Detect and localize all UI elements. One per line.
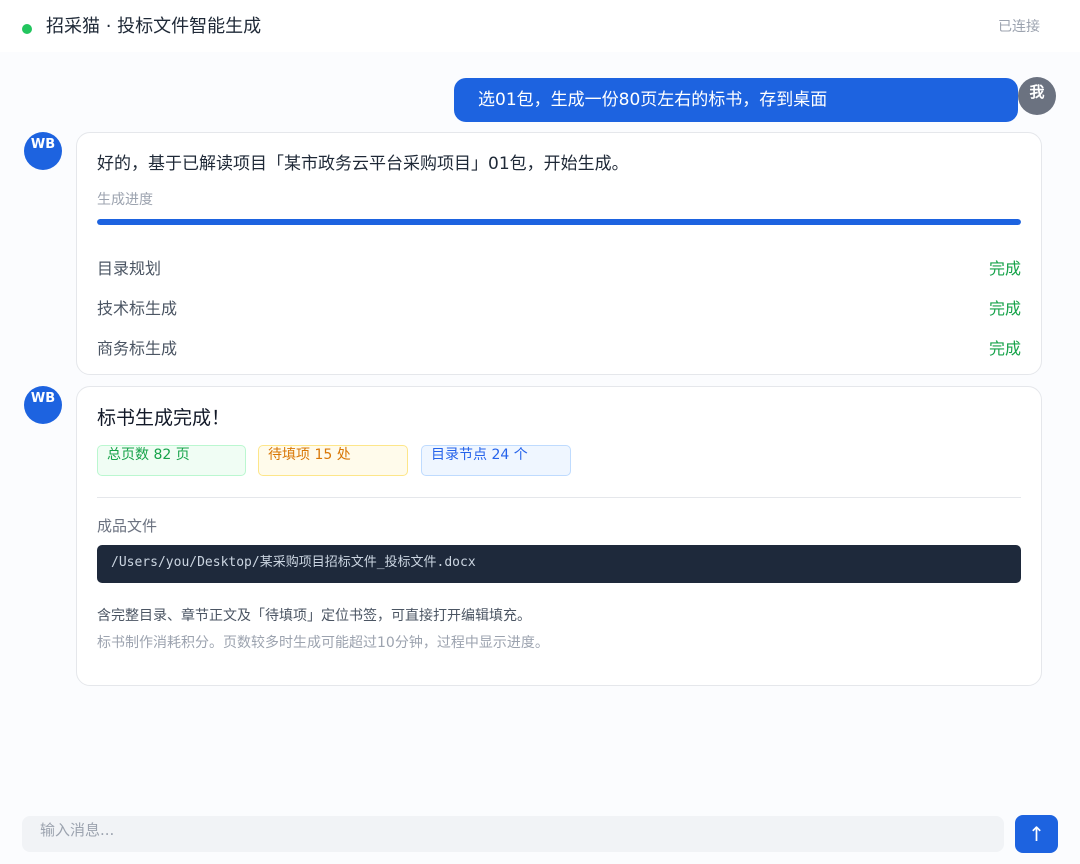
arrow-up-icon: ↑ — [1028, 822, 1045, 846]
stat-value: 82 — [153, 447, 172, 463]
stat-label: 待填项 — [268, 447, 310, 463]
send-button[interactable]: ↑ — [1015, 815, 1058, 853]
user-avatar: 我 — [1018, 77, 1056, 115]
step-row-technical: 技术标生成 完成 — [97, 295, 1021, 319]
stat-unit: 处 — [336, 447, 351, 463]
stat-badge-toc-nodes: 目录节点 24 个 — [421, 445, 571, 476]
stat-unit: 页 — [175, 447, 190, 463]
stat-label: 目录节点 — [431, 447, 487, 463]
connection-status: 已连接 — [998, 19, 1040, 35]
bot-avatar: WB — [24, 386, 62, 424]
step-name: 目录规划 — [97, 259, 162, 278]
app-title: 招采猫 · 投标文件智能生成 — [46, 16, 262, 37]
step-name: 技术标生成 — [97, 299, 178, 318]
progress-bar — [97, 219, 1021, 225]
step-name: 商务标生成 — [97, 339, 178, 358]
progress-label: 生成进度 — [97, 192, 153, 208]
stat-badge-pages: 总页数 82 页 — [97, 445, 246, 476]
file-path[interactable]: /Users/you/Desktop/某采购项目招标文件_投标文件.docx — [97, 545, 1021, 583]
connection-status-dot — [22, 24, 32, 34]
step-status: 完成 — [988, 299, 1021, 318]
credit-hint: 标书制作消耗积分。页数较多时生成可能超过10分钟，过程中显示进度。 — [97, 635, 549, 651]
step-row-business: 商务标生成 完成 — [97, 335, 1021, 359]
file-label: 成品文件 — [97, 517, 158, 535]
message-input[interactable] — [22, 816, 1004, 852]
step-status: 完成 — [988, 259, 1021, 278]
stat-value: 15 — [314, 447, 333, 463]
step-status: 完成 — [988, 339, 1021, 358]
bot-intro-text: 好的，基于已解读项目「某市政务云平台采购项目」01包，开始生成。 — [97, 154, 629, 174]
app-header: 招采猫 · 投标文件智能生成 已连接 — [0, 0, 1080, 52]
result-title: 标书生成完成！ — [97, 407, 231, 429]
bot-avatar: WB — [24, 132, 62, 170]
stat-badge-todo: 待填项 15 处 — [258, 445, 408, 476]
user-message-bubble: 选01包，生成一份80页左右的标书，存到桌面 — [454, 78, 1018, 122]
stat-value: 24 — [491, 447, 510, 463]
stat-label: 总页数 — [107, 447, 149, 463]
stat-unit: 个 — [513, 447, 528, 463]
divider — [97, 497, 1021, 498]
generation-progress-card: 好的，基于已解读项目「某市政务云平台采购项目」01包，开始生成。 生成进度 目录… — [76, 132, 1042, 375]
file-note: 含完整目录、章节正文及「待填项」定位书签，可直接打开编辑填充。 — [97, 608, 531, 624]
progress-bar-fill — [97, 219, 1021, 225]
step-row-catalog: 目录规划 完成 — [97, 255, 1021, 279]
result-card: 标书生成完成！ 总页数 82 页 待填项 15 处 目录节点 24 个 成品文件… — [76, 386, 1042, 686]
